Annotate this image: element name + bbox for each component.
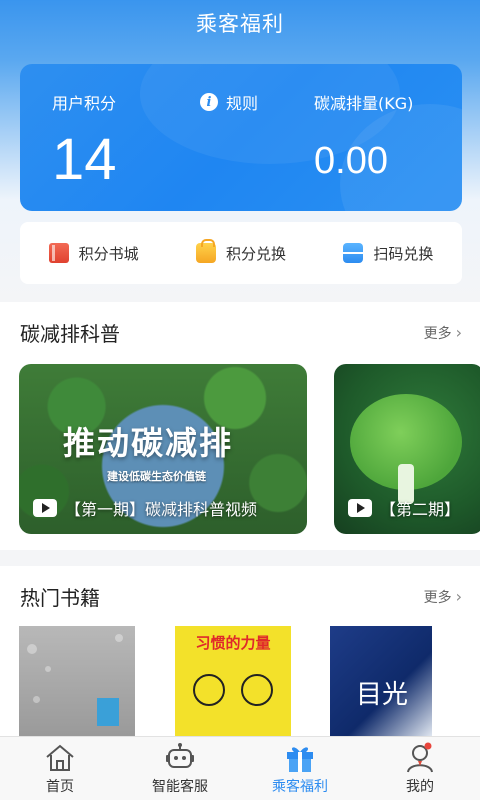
cover-decoration: [193, 674, 225, 706]
cover-decoration: [241, 674, 273, 706]
cover-decoration: [97, 698, 119, 726]
points-label: 用户积分: [52, 94, 117, 113]
tab-label: 智能客服: [152, 779, 208, 795]
cover-decoration: [115, 634, 123, 642]
robot-icon: [163, 741, 197, 775]
tab-home[interactable]: 首页: [0, 737, 120, 800]
video-headline: 推动碳减排: [63, 424, 234, 462]
cover-decoration: [27, 644, 37, 654]
section-title: 碳减排科普: [20, 322, 120, 346]
book-cover[interactable]: [19, 626, 135, 736]
carbon-science-section: 碳减排科普 更多 › 推动碳减排 建设低碳生态价值链 【第一期】碳减排科普视频 …: [0, 302, 480, 550]
book-cover[interactable]: 习惯的力量: [175, 626, 291, 736]
video-caption: 【第一期】碳减排科普视频: [33, 496, 299, 520]
video-card[interactable]: 推动碳减排 建设低碳生态价值链 【第一期】碳减排科普视频: [19, 364, 307, 534]
tab-label: 乘客福利: [272, 779, 328, 795]
cover-decoration: [45, 666, 51, 672]
shortcut-scan-exchange[interactable]: 扫码兑换: [315, 243, 462, 264]
tab-passenger-benefits[interactable]: 乘客福利: [240, 737, 360, 800]
book-title: 习惯的力量: [195, 634, 271, 652]
rules-button[interactable]: i 规则: [200, 90, 258, 114]
science-more-link[interactable]: 更多 ›: [424, 323, 462, 343]
chevron-right-icon: ›: [455, 587, 462, 606]
video-caption: 【第二期】: [348, 496, 476, 520]
video-title: 【第一期】碳减排科普视频: [65, 500, 258, 519]
book-icon: [48, 243, 69, 263]
scan-icon: [343, 243, 364, 263]
video-subline: 建设低碳生态价值链: [107, 470, 206, 483]
rules-label: 规则: [226, 94, 259, 113]
shortcut-bar: 积分书城 积分兑换 扫码兑换: [20, 222, 462, 284]
points-value: 14: [52, 127, 117, 192]
tab-smart-service[interactable]: 智能客服: [120, 737, 240, 800]
info-icon: i: [200, 93, 218, 111]
bottom-tab-bar: 首页 智能客服 乘客福利 我的: [0, 736, 480, 800]
shortcut-points-exchange[interactable]: 积分兑换: [167, 239, 314, 264]
play-icon: [348, 499, 372, 517]
shortcut-label: 积分兑换: [225, 244, 286, 263]
home-icon: [43, 741, 77, 775]
popular-books-section: 热门书籍 更多 › 习惯的力量 目光: [0, 566, 480, 736]
section-header: 热门书籍 更多 ›: [20, 582, 462, 611]
section-title: 热门书籍: [20, 586, 100, 610]
shortcut-label: 积分书城: [78, 244, 139, 263]
book-cover[interactable]: 目光: [330, 626, 432, 736]
carbon-value: 0.00: [314, 140, 388, 182]
page-title: 乘客福利: [196, 12, 284, 36]
carbon-label: 碳减排量(KG): [314, 94, 414, 113]
play-icon: [33, 499, 57, 517]
more-label: 更多: [423, 589, 452, 606]
tab-label: 我的: [406, 779, 434, 795]
shopping-bag-icon: [195, 239, 216, 263]
tab-mine[interactable]: 我的: [360, 737, 480, 800]
cover-decoration: [33, 696, 40, 703]
books-more-link[interactable]: 更多 ›: [424, 587, 462, 607]
shortcut-points-bookstore[interactable]: 积分书城: [20, 243, 167, 264]
video-card[interactable]: 【第二期】: [334, 364, 480, 534]
section-header: 碳减排科普 更多 ›: [20, 318, 462, 347]
shortcut-label: 扫码兑换: [373, 244, 434, 263]
user-icon: [403, 741, 437, 775]
gift-icon: [283, 741, 317, 775]
chevron-right-icon: ›: [455, 323, 462, 342]
tab-label: 首页: [46, 779, 74, 795]
more-label: 更多: [423, 325, 452, 342]
book-title: 目光: [356, 680, 409, 710]
video-title: 【第二期】: [380, 500, 461, 519]
points-card: 用户积分 i 规则 碳减排量(KG) 14 0.00: [20, 64, 462, 211]
